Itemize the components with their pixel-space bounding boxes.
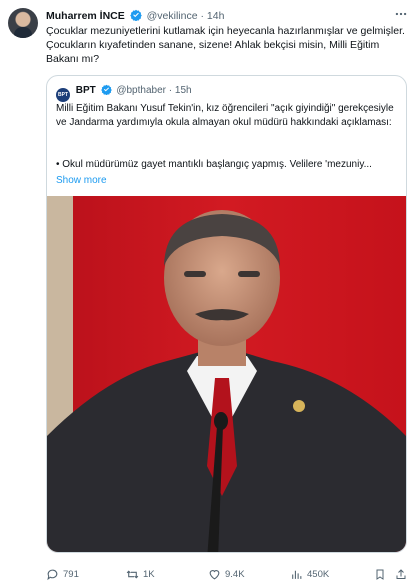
quote-author-handle[interactable]: @bpthaber (116, 85, 166, 96)
reply-button[interactable]: 791 (46, 566, 79, 582)
tweet: Muharrem İNCE @vekilince · 14h Çocuklar … (0, 0, 416, 588)
views-button[interactable]: 450K (290, 566, 329, 582)
verified-badge-icon (100, 84, 112, 95)
quote-time[interactable]: 15h (175, 85, 192, 96)
author-avatar[interactable] (8, 8, 38, 38)
more-icon[interactable] (394, 7, 408, 24)
bookmark-icon (376, 569, 384, 580)
tweet-header: Muharrem İNCE @vekilince · 14h (46, 9, 224, 23)
views-count: 450K (307, 568, 330, 580)
share-icon (396, 568, 406, 579)
share-button[interactable] (395, 566, 407, 582)
quote-separator: · (168, 85, 173, 96)
quote-avatar[interactable]: BPT (56, 88, 70, 102)
quote-text-truncated: • Okul müdürümüz gayet mantıklı başlangı… (56, 159, 372, 170)
quote-author-name[interactable]: BPT (76, 85, 96, 96)
show-more-link[interactable]: Show more (56, 174, 107, 187)
reply-icon (47, 569, 58, 580)
author-name[interactable]: Muharrem İNCE (46, 10, 125, 22)
heart-icon (209, 569, 220, 579)
quote-header: BPT BPT @bpthaber · 15h (56, 84, 192, 102)
header-separator: · (200, 10, 204, 22)
tweet-actions: 791 1K 9.4K 450K (46, 566, 408, 582)
bookmark-button[interactable] (374, 566, 386, 582)
quote-text: Milli Eğitim Bakanı Yusuf Tekin'in, kız … (56, 103, 394, 128)
quoted-tweet[interactable]: BPT BPT @bpthaber · 15h Milli Eğitim Bak… (46, 75, 407, 553)
tweet-time[interactable]: 14h (207, 10, 225, 22)
portrait-photo[interactable] (47, 196, 406, 553)
like-count: 9.4K (225, 568, 245, 580)
tweet-text: Çocuklar mezuniyetlerini kutlamak için h… (46, 25, 405, 65)
views-icon (292, 570, 302, 579)
author-handle[interactable]: @vekilince (147, 10, 198, 22)
like-button[interactable]: 9.4K (208, 566, 245, 582)
repost-icon (126, 569, 139, 579)
repost-button[interactable]: 1K (126, 566, 155, 582)
reply-count: 791 (63, 568, 79, 580)
repost-count: 1K (143, 568, 155, 580)
verified-badge-icon (129, 9, 142, 21)
